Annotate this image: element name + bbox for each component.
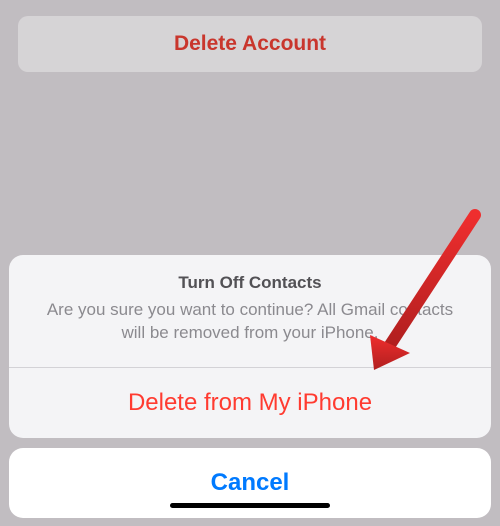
action-sheet-header: Turn Off Contacts Are you sure you want … [9,255,491,367]
delete-from-iphone-button[interactable]: Delete from My iPhone [9,368,491,438]
delete-from-iphone-label: Delete from My iPhone [128,389,372,417]
cancel-label: Cancel [211,469,290,497]
action-sheet-card: Turn Off Contacts Are you sure you want … [9,255,491,438]
delete-account-label: Delete Account [174,32,326,56]
action-sheet: Turn Off Contacts Are you sure you want … [9,255,491,518]
action-sheet-title: Turn Off Contacts [35,273,465,293]
action-sheet-message: Are you sure you want to continue? All G… [35,299,465,345]
delete-account-button[interactable]: Delete Account [18,16,482,72]
home-indicator [170,503,330,508]
